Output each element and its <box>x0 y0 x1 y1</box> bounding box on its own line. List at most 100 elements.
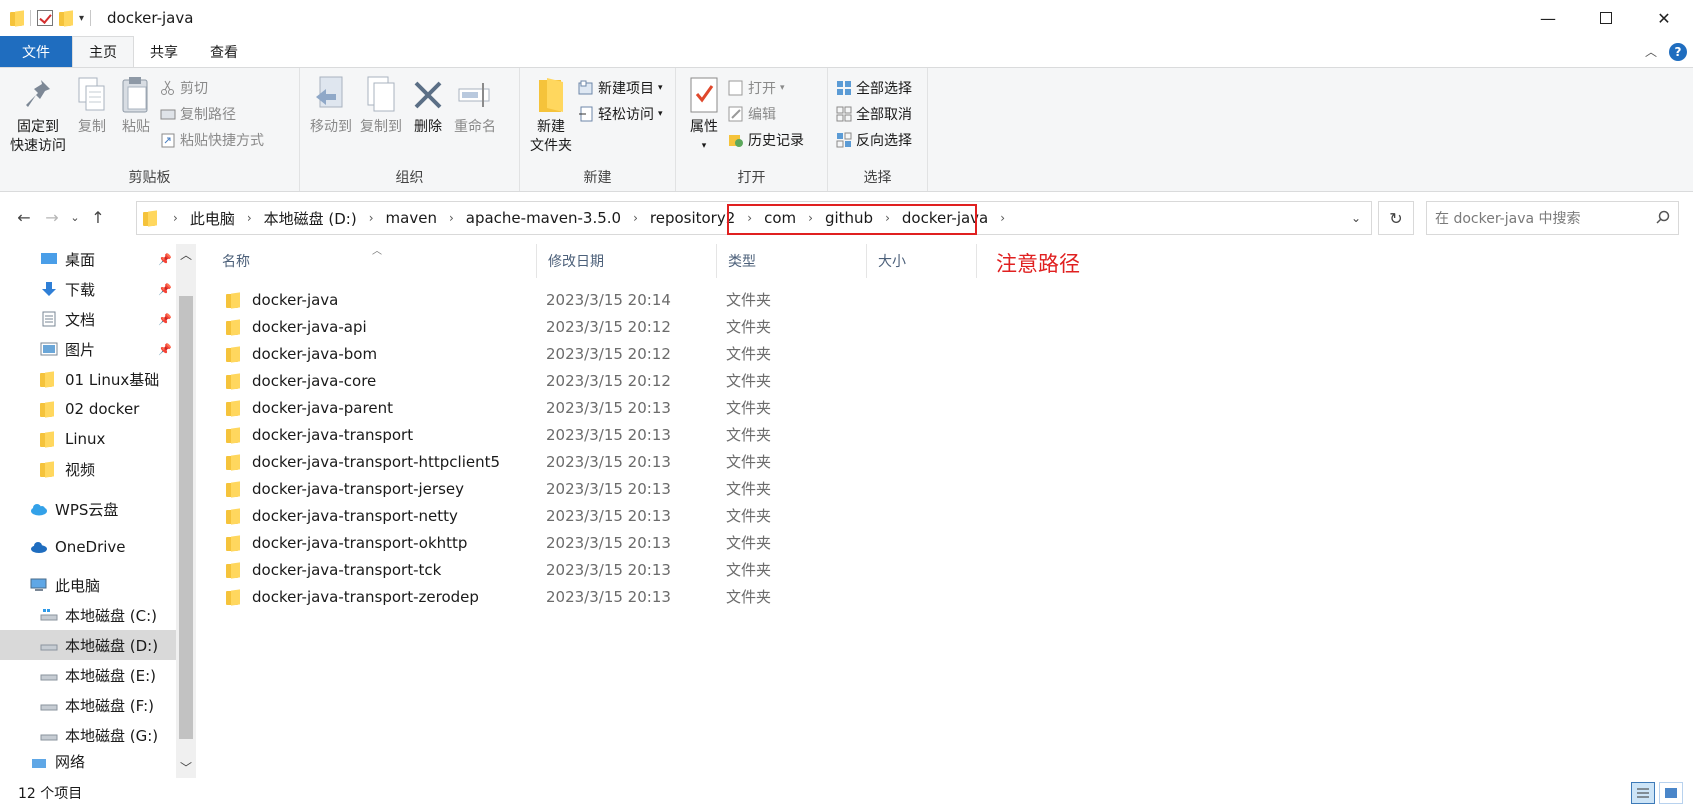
column-divider[interactable] <box>976 244 977 278</box>
column-header-size[interactable]: 大小 <box>866 244 976 278</box>
picture-icon <box>40 341 58 357</box>
breadcrumb-separator[interactable]: › <box>808 211 813 225</box>
pin-icon[interactable]: 📌 <box>158 313 172 326</box>
nav-item-wps-cloud[interactable]: WPS云盘 <box>0 494 196 524</box>
scroll-down-icon[interactable]: ﹀ <box>176 759 196 776</box>
maximize-button[interactable] <box>1577 0 1635 36</box>
nav-item-drive-d[interactable]: 本地磁盘 (D:) <box>0 630 196 660</box>
nav-item-linux-basics[interactable]: 01 Linux基础 <box>0 364 196 394</box>
nav-item-documents[interactable]: 文档 📌 <box>0 304 196 334</box>
new-item-button[interactable]: 新建项目 ▾ <box>576 76 665 100</box>
tab-view[interactable]: 查看 <box>194 36 254 67</box>
column-header-name[interactable]: 名称 <box>210 244 536 278</box>
breadcrumb-this-pc[interactable]: 此电脑 › <box>190 208 264 229</box>
breadcrumb-com[interactable]: com › <box>764 209 825 227</box>
properties-icon[interactable] <box>37 10 53 26</box>
nav-item-docker[interactable]: 02 docker <box>0 394 196 424</box>
up-button[interactable]: ↑ <box>84 208 112 227</box>
table-row[interactable]: docker-java-core 2023/3/15 20:12 文件夹 <box>210 367 1680 394</box>
help-icon[interactable]: ? <box>1669 42 1687 61</box>
edit-button[interactable]: 编辑 <box>726 102 806 126</box>
nav-item-pictures[interactable]: 图片 📌 <box>0 334 196 364</box>
paste-shortcut-button[interactable]: 粘贴快捷方式 <box>158 128 266 152</box>
history-icon <box>728 132 744 148</box>
select-all-button[interactable]: 全部选择 <box>834 76 914 100</box>
nav-item-drive-e[interactable]: 本地磁盘 (E:) <box>0 660 196 690</box>
open-button[interactable]: 打开 ▾ <box>726 76 806 100</box>
minimize-button[interactable]: — <box>1519 0 1577 36</box>
table-row[interactable]: docker-java-api 2023/3/15 20:12 文件夹 <box>210 313 1680 340</box>
breadcrumb-repository2[interactable]: repository2 › <box>650 209 764 227</box>
table-row[interactable]: docker-java-transport-netty 2023/3/15 20:… <box>210 502 1680 529</box>
select-none-button[interactable]: 全部取消 <box>834 102 914 126</box>
refresh-button[interactable]: ↻ <box>1378 201 1414 235</box>
close-button[interactable]: ✕ <box>1635 0 1693 36</box>
breadcrumb-github[interactable]: github › <box>825 209 902 227</box>
window-controls: — ✕ <box>1519 0 1693 36</box>
breadcrumb-separator[interactable]: › <box>449 211 454 225</box>
copy-path-button[interactable]: 复制路径 <box>158 102 266 126</box>
recent-locations-button[interactable]: ⌄ <box>66 211 84 224</box>
search-icon[interactable] <box>1656 210 1670 224</box>
search-input[interactable]: 在 docker-java 中搜索 <box>1426 201 1679 235</box>
column-header-date[interactable]: 修改日期 <box>536 244 716 278</box>
breadcrumb-separator[interactable]: › <box>885 211 890 225</box>
tab-file[interactable]: 文件 <box>0 36 72 67</box>
large-icons-view-button[interactable] <box>1659 782 1683 804</box>
nav-item-desktop[interactable]: 桌面 📌 <box>0 244 196 274</box>
breadcrumb-apache-maven[interactable]: apache-maven-3.5.0 › <box>466 209 650 227</box>
scroll-up-icon[interactable]: ︿ <box>176 246 196 263</box>
pin-icon[interactable]: 📌 <box>158 343 172 356</box>
breadcrumb-separator[interactable]: › <box>747 211 752 225</box>
dropdown-arrow-icon: ▾ <box>701 141 707 151</box>
breadcrumb-maven[interactable]: maven › <box>386 209 466 227</box>
nav-item-linux[interactable]: Linux <box>0 424 196 454</box>
table-row[interactable]: docker-java 2023/3/15 20:14 文件夹 <box>210 286 1680 313</box>
breadcrumb-separator[interactable]: › <box>247 211 252 225</box>
back-button[interactable]: ← <box>10 208 38 227</box>
table-row[interactable]: docker-java-transport 2023/3/15 20:13 文件夹 <box>210 421 1680 448</box>
forward-button[interactable]: → <box>38 208 66 227</box>
table-row[interactable]: docker-java-parent 2023/3/15 20:13 文件夹 <box>210 394 1680 421</box>
nav-item-onedrive[interactable]: OneDrive <box>0 532 196 562</box>
nav-item-label: 桌面 <box>65 250 96 269</box>
breadcrumb-separator[interactable]: › <box>633 211 638 225</box>
table-row[interactable]: docker-java-transport-zerodep 2023/3/15 2… <box>210 583 1680 610</box>
nav-item-network[interactable]: 网络 <box>0 750 196 772</box>
table-row[interactable]: docker-java-transport-okhttp 2023/3/15 20… <box>210 529 1680 556</box>
collapse-ribbon-icon[interactable]: ︿ <box>1645 43 1657 60</box>
nav-item-downloads[interactable]: 下载 📌 <box>0 274 196 304</box>
breadcrumb-drive-d[interactable]: 本地磁盘 (D:) › <box>264 208 386 229</box>
folder-icon <box>40 431 58 447</box>
nav-item-drive-f[interactable]: 本地磁盘 (F:) <box>0 690 196 720</box>
table-row[interactable]: docker-java-transport-jersey 2023/3/15 20… <box>210 475 1680 502</box>
breadcrumb-docker-java[interactable]: docker-java › <box>902 209 1017 227</box>
scroll-thumb[interactable] <box>179 296 193 739</box>
history-button[interactable]: 历史记录 <box>726 128 806 152</box>
tab-share[interactable]: 共享 <box>134 36 194 67</box>
tab-home[interactable]: 主页 <box>72 36 134 67</box>
address-bar[interactable]: › 此电脑 › 本地磁盘 (D:) › maven › apache-maven-3.… <box>136 201 1372 235</box>
pin-icon[interactable]: 📌 <box>158 283 172 296</box>
easy-access-button[interactable]: 轻松访问 ▾ <box>576 102 665 126</box>
nav-item-videos[interactable]: 视频 <box>0 454 196 484</box>
table-row[interactable]: docker-java-transport-httpclient5 2023/3/… <box>210 448 1680 475</box>
file-name: docker-java-transport-tck <box>252 560 442 579</box>
pin-icon[interactable]: 📌 <box>158 253 172 266</box>
nav-scrollbar[interactable]: ︿ ﹀ <box>176 244 196 778</box>
details-view-button[interactable] <box>1631 782 1655 804</box>
breadcrumb-separator[interactable]: › <box>1000 211 1005 225</box>
address-history-dropdown-icon[interactable]: ⌄ <box>1351 211 1361 225</box>
nav-item-drive-c[interactable]: 本地磁盘 (C:) <box>0 600 196 630</box>
breadcrumb-label: docker-java <box>901 209 989 227</box>
table-row[interactable]: docker-java-transport-tck 2023/3/15 20:13… <box>210 556 1680 583</box>
new-folder-icon[interactable] <box>59 10 73 26</box>
column-header-type[interactable]: 类型 <box>716 244 866 278</box>
nav-item-this-pc[interactable]: 此电脑 <box>0 570 196 600</box>
table-row[interactable]: docker-java-bom 2023/3/15 20:12 文件夹 <box>210 340 1680 367</box>
nav-item-drive-g[interactable]: 本地磁盘 (G:) <box>0 720 196 750</box>
cut-button[interactable]: 剪切 <box>158 76 266 100</box>
customize-toolbar-icon[interactable]: ▾ <box>79 13 84 24</box>
invert-selection-button[interactable]: 反向选择 <box>834 128 914 152</box>
breadcrumb-separator[interactable]: › <box>369 211 374 225</box>
